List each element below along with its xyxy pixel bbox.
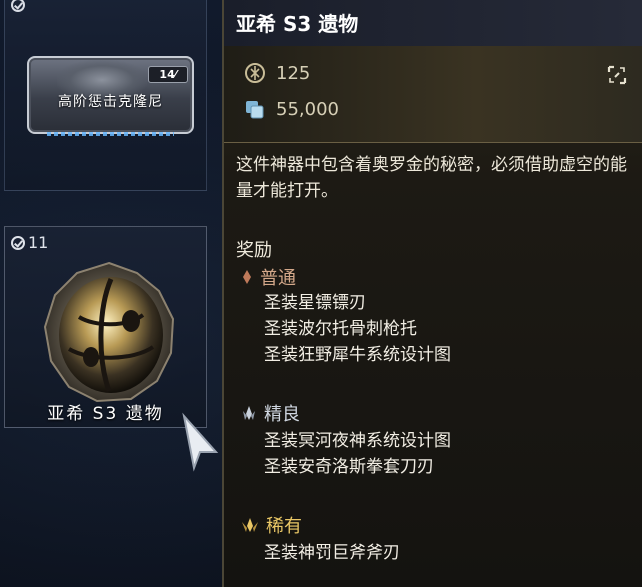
credits-value: 55,000 — [276, 98, 339, 120]
tier-rare-items: 圣装神罚巨斧斧刃 — [264, 540, 400, 566]
inventory-card-relic[interactable]: 11 亚希 S3 遗物 — [4, 226, 207, 428]
tooltip-title-bar: 亚希 S3 遗物 — [224, 0, 642, 46]
blueprint-count-badge: 14⁄ — [148, 66, 188, 83]
blueprint-item[interactable]: 14⁄ 高阶惩击克隆尼 — [27, 56, 194, 136]
credits-stat: 55,000 — [244, 98, 339, 120]
reward-item: 圣装冥河夜神系统设计图 — [264, 431, 451, 451]
reward-item: 圣装星镖镖刃 — [264, 293, 366, 313]
owned-check-icon — [11, 235, 25, 250]
tier-uncommon-label: 精良 — [264, 404, 300, 425]
rare-rarity-icon — [242, 518, 258, 532]
reward-item: 圣装神罚巨斧斧刃 — [264, 543, 400, 563]
tier-rare-label: 稀有 — [266, 516, 302, 537]
tier-common-items: 圣装星镖镖刃 圣装波尔托骨刺枪托 圣装狂野犀牛系统设计图 — [264, 290, 451, 368]
rewards-heading: 奖励 — [236, 240, 272, 261]
ducats-stat: 125 — [244, 62, 310, 84]
common-rarity-icon — [243, 270, 251, 284]
ducats-value: 125 — [276, 62, 311, 84]
rank-chevron-icon: ⁄ — [174, 68, 177, 81]
owned-check-icon — [11, 0, 25, 12]
blueprint-name: 高阶惩击克隆尼 — [58, 94, 163, 110]
blueprint-count-value: 14 — [159, 68, 175, 81]
tier-common-label: 普通 — [260, 268, 296, 289]
credits-icon — [246, 101, 264, 119]
ducats-icon — [245, 63, 265, 83]
relic-count-value: 11 — [28, 233, 49, 252]
reward-item: 圣装安奇洛斯拳套刀刃 — [264, 457, 434, 477]
tooltip-title: 亚希 S3 遗物 — [236, 12, 359, 36]
relic-name: 亚希 S3 遗物 — [47, 404, 164, 424]
blueprint-indicator-dots — [47, 132, 174, 136]
uncommon-rarity-icon — [243, 406, 255, 420]
cursor-pointer-icon — [182, 412, 219, 472]
tooltip-stats: 125 55,000 — [224, 46, 642, 143]
void-relic-icon — [43, 261, 175, 403]
reward-item: 圣装波尔托骨刺枪托 — [264, 319, 417, 339]
tooltip-description: 这件神器中包含着奥罗金的秘密，必须借助虚空的能量才能打开。 — [236, 155, 627, 201]
tier-rare: 稀有 — [240, 512, 302, 538]
tier-uncommon-items: 圣装冥河夜神系统设计图 圣装安奇洛斯拳套刀刃 — [264, 428, 451, 480]
inventory-card-blueprint[interactable]: 14⁄ 高阶惩击克隆尼 — [4, 0, 207, 191]
relic-owned-count: 11 — [11, 233, 48, 252]
share-link-icon[interactable] — [606, 64, 628, 86]
tier-common: 普通 — [240, 264, 296, 290]
tier-uncommon: 精良 — [240, 400, 300, 426]
relic-tooltip-panel: 亚希 S3 遗物 125 55,000 这件神器中包含着奥罗金的秘密，必须借助虚… — [222, 0, 642, 587]
reward-item: 圣装狂野犀牛系统设计图 — [264, 345, 451, 365]
